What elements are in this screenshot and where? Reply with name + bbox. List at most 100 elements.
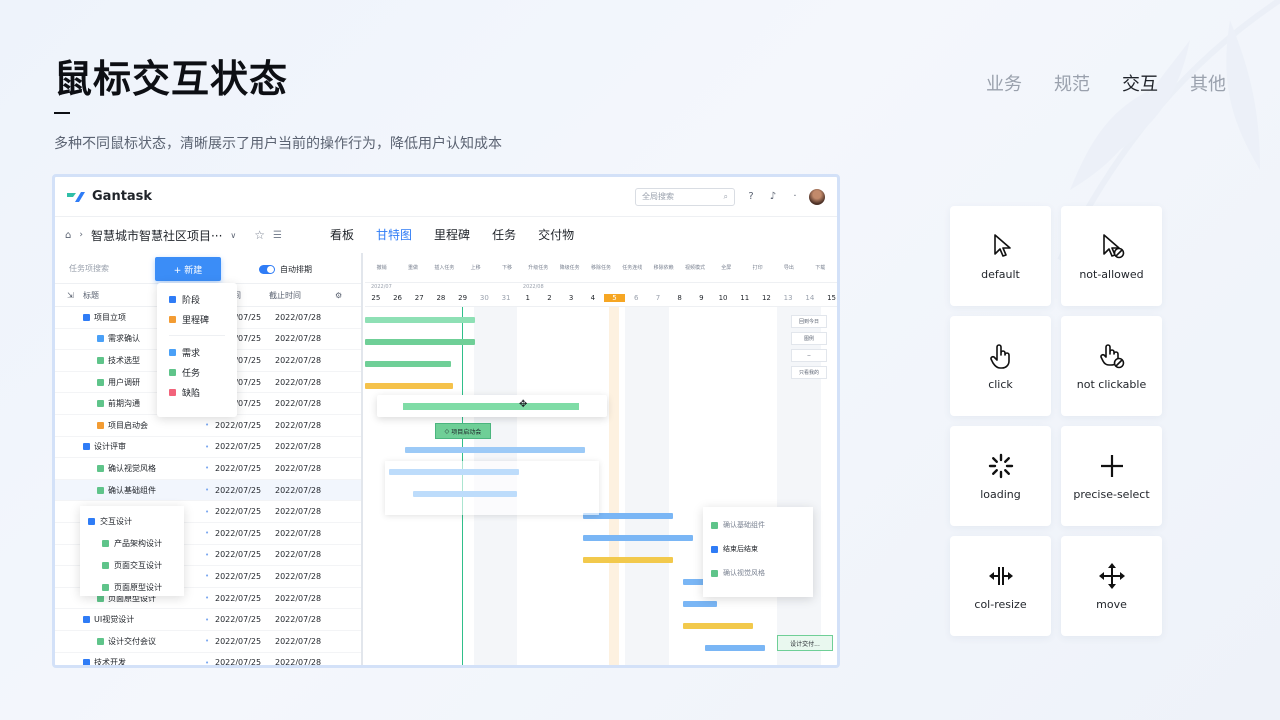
nav-item-other[interactable]: 其他 [1190,70,1226,96]
zoom-out-button[interactable]: − [791,349,827,362]
drag-item[interactable]: 页面原型设计 [88,576,176,598]
settings-icon[interactable]: ⚙ [335,291,342,300]
table-row[interactable]: 确认基础组件 • 2022/07/25 2022/07/28 [55,479,361,502]
top-nav: 业务 规范 交互 其他 [986,70,1226,96]
row-end: 2022/07/28 [275,507,322,517]
help-icon[interactable]: ? [745,191,757,203]
gantt-bar[interactable] [365,317,475,323]
gantt-tool-button[interactable]: 插入任务 [432,264,457,271]
avatar[interactable] [809,188,825,205]
day-label: 10 [718,294,728,302]
nav-item-interaction[interactable]: 交互 [1122,70,1158,96]
gantt-tool-button[interactable]: 上移 [463,264,488,271]
gantt-tool-button[interactable]: 视频模式 [682,264,707,271]
star-icon[interactable]: ☆ [254,228,265,242]
dependency-item[interactable]: 确认基础组件 [711,513,805,537]
day-label: 12 [761,294,771,302]
gantt-bar[interactable] [405,447,585,453]
gantt-bar[interactable] [583,557,673,563]
row-end: 2022/07/28 [275,463,322,473]
gantt-bar[interactable] [403,403,579,410]
project-name[interactable]: 智慧城市智慧社区项目··· [91,227,222,244]
list-icon[interactable]: ☰ [273,230,282,241]
auto-schedule-toggle[interactable]: 自动排期 [259,264,312,275]
delivery-milestone[interactable]: 设计交付... [777,635,833,651]
gantt-bar[interactable] [683,601,717,607]
gantt-tool-button[interactable]: 移除任务 [588,264,613,271]
diamond-icon: ◇ [444,427,450,435]
gantt-bar[interactable] [365,383,453,389]
gantt-tool-button[interactable]: 下载 [808,264,833,271]
table-row[interactable]: 项目启动会 • 2022/07/25 2022/07/28 [55,415,361,437]
gantt-tool-button[interactable]: 升级任务 [526,264,551,271]
gantt-tool-button[interactable]: 全屏 [714,264,739,271]
table-row[interactable]: 确认视觉风格 • 2022/07/25 2022/07/28 [55,458,361,480]
gantt-bar-selected[interactable]: ✥ [377,395,607,417]
tab-deliverables[interactable]: 交付物 [538,216,574,255]
status-dot: • [205,572,210,581]
tab-milestone[interactable]: 里程碑 [434,216,470,255]
legend-button[interactable]: 图例 [791,332,827,345]
bell-icon[interactable]: ♪ [767,191,779,203]
menu-item-stage[interactable]: 阶段 [169,289,225,309]
drag-item[interactable]: 产品架构设计 [88,532,176,554]
nav-item-business[interactable]: 业务 [986,70,1022,96]
gantt-bar[interactable] [583,535,693,541]
day-label: 1 [525,294,530,302]
task-type-icon [83,659,90,665]
row-title: 设计评审 [55,441,205,452]
logo[interactable]: Gantask [67,189,152,204]
new-button[interactable]: + 新建 [155,257,221,281]
hand-cursor-icon [989,343,1010,369]
milestone-marker[interactable]: ◇ 项目启动会 [435,423,491,439]
side-controls: 回到今日图例 − 只看我的 [791,315,827,379]
gantt-tool-button[interactable]: 打印 [745,264,770,271]
table-row[interactable]: 技术开发 • 2022/07/25 2022/07/28 [55,653,361,665]
toggle-switch[interactable] [259,265,275,274]
day-label: 28 [436,294,446,302]
only-mine-button[interactable]: 只看我的 [791,366,827,379]
gantt-bar[interactable] [365,339,475,345]
gantt-bar[interactable] [365,361,451,367]
gantt-bar[interactable] [705,645,765,651]
tab-gantt[interactable]: 甘特图 [376,216,413,255]
chevron-right-icon: › [79,230,83,240]
cursor-card-default: default [950,206,1051,306]
cursor-label: col-resize [974,597,1027,611]
tab-tasks[interactable]: 任务 [492,216,516,255]
menu-item-bug[interactable]: 缺陷 [169,382,225,402]
nav-item-standards[interactable]: 规范 [1054,70,1090,96]
cursor-card-precise-select: precise-select [1061,426,1162,526]
col-end[interactable]: 截止时间 [265,290,335,301]
gantt-tool-button[interactable]: 任务连线 [620,264,645,271]
tab-kanban[interactable]: 看板 [330,216,354,255]
drag-item[interactable]: 页面交互设计 [88,554,176,576]
menu-item-milestone[interactable]: 里程碑 [169,309,225,329]
gantt-tool-button[interactable]: 导出 [776,264,801,271]
gantt-body[interactable]: ✥ ◇ 项目启动会确认基础组件 结束后结束 确认视觉风格 回到今日图例 − 只看我的设计交付.… [365,307,837,665]
table-row[interactable]: 设计评审 • 2022/07/25 2022/07/28 [55,437,361,459]
table-row[interactable]: 设计交付会议 • 2022/07/25 2022/07/28 [55,631,361,653]
cursor-card-not-clickable: not clickable [1061,316,1162,416]
menu-item-requirement[interactable]: 需求 [169,342,225,362]
menu-item-task[interactable]: 任务 [169,362,225,382]
cursor-card-loading: loading [950,426,1051,526]
drag-item-parent[interactable]: 交互设计 [88,510,176,532]
row-end: 2022/07/28 [275,571,322,581]
global-search-input[interactable]: 全局搜索 ⌕ [635,187,735,206]
gantt-tool-button[interactable]: 重做 [400,264,425,271]
gantt-tool-button[interactable]: 下移 [494,264,519,271]
dependency-item[interactable]: 确认视觉风格 [711,561,805,585]
back-to-today-button[interactable]: 回到今日 [791,315,827,328]
task-search-input[interactable]: 任务项搜索 [69,263,109,274]
table-row[interactable]: UI视觉设计 • 2022/07/25 2022/07/28 [55,609,361,631]
status-dot: • [205,464,210,473]
home-icon[interactable]: ⌂ [65,230,71,241]
gantt-tool-button[interactable]: 移除依赖 [651,264,676,271]
gantt-tool-button[interactable]: 撤销 [369,264,394,271]
dependency-type[interactable]: 结束后结束 [711,537,805,561]
gantt-tool-button[interactable]: 降级任务 [557,264,582,271]
chevron-down-icon[interactable]: ∨ [230,231,236,240]
gantt-bar[interactable] [683,623,753,629]
collapse-all-icon[interactable]: ⇲ [55,291,83,300]
